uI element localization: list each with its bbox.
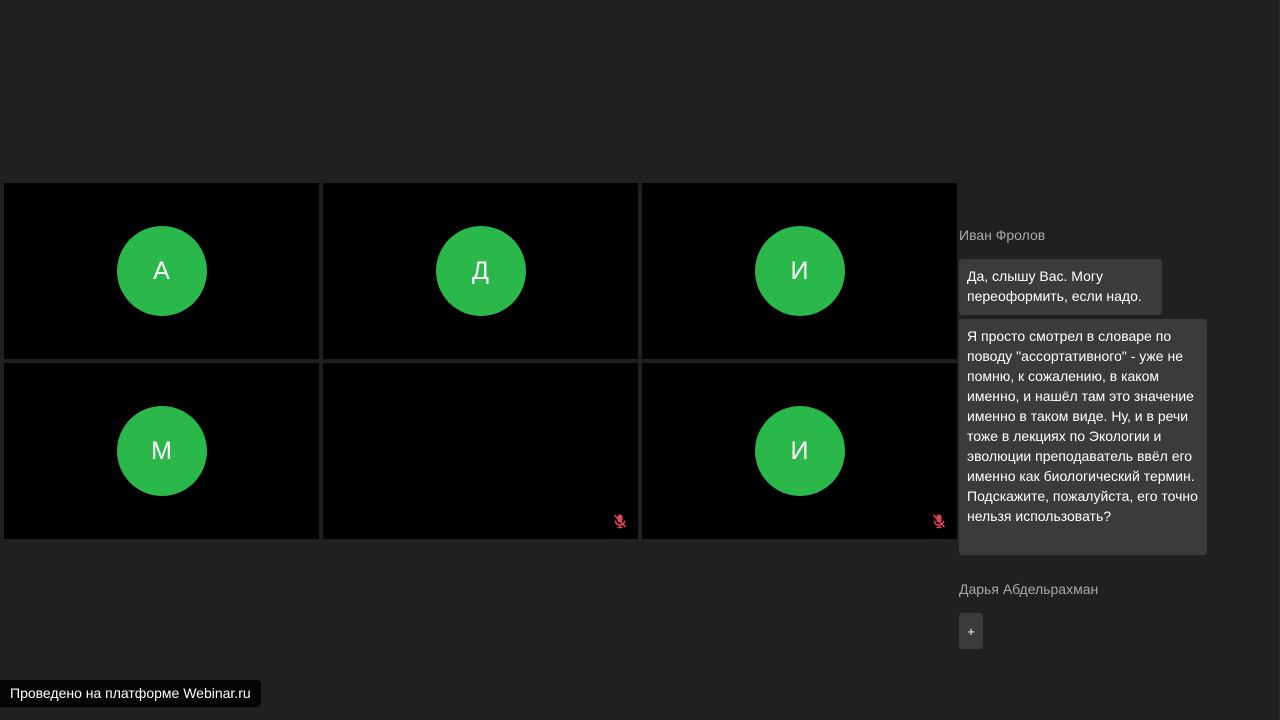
platform-credit[interactable]: Проведено на платформе Webinar.ru [0, 680, 261, 707]
participant-tile[interactable]: И [642, 363, 957, 539]
chat-author-name: Дарья Абдельрахман [959, 581, 1099, 597]
avatar: И [754, 406, 845, 496]
participant-tile[interactable]: И [642, 183, 957, 359]
chat-panel: Иван Фролов Да, слышу Вас. Могу переофор… [959, 225, 1219, 649]
participant-tile[interactable]: М [4, 363, 319, 539]
chat-message: Я просто смотрел в словаре по поводу "ас… [959, 319, 1207, 555]
participant-tile[interactable] [323, 363, 638, 539]
add-button[interactable]: + [959, 613, 983, 649]
avatar: Д [435, 226, 526, 316]
avatar: А [116, 226, 207, 316]
participant-tile[interactable]: А [4, 183, 319, 359]
microphone-muted-icon [612, 513, 628, 529]
video-grid: А Д И М И [4, 183, 957, 539]
chat-author-name: Иван Фролов [959, 227, 1046, 243]
avatar: М [116, 406, 207, 496]
participant-tile[interactable]: Д [323, 183, 638, 359]
chat-message: Да, слышу Вас. Могу переоформить, если н… [959, 259, 1162, 315]
webinar-room: А Д И М И Иван Фролов Да, слышу Вас. Мог… [0, 0, 1280, 720]
avatar: И [754, 226, 845, 316]
microphone-muted-icon [931, 513, 947, 529]
